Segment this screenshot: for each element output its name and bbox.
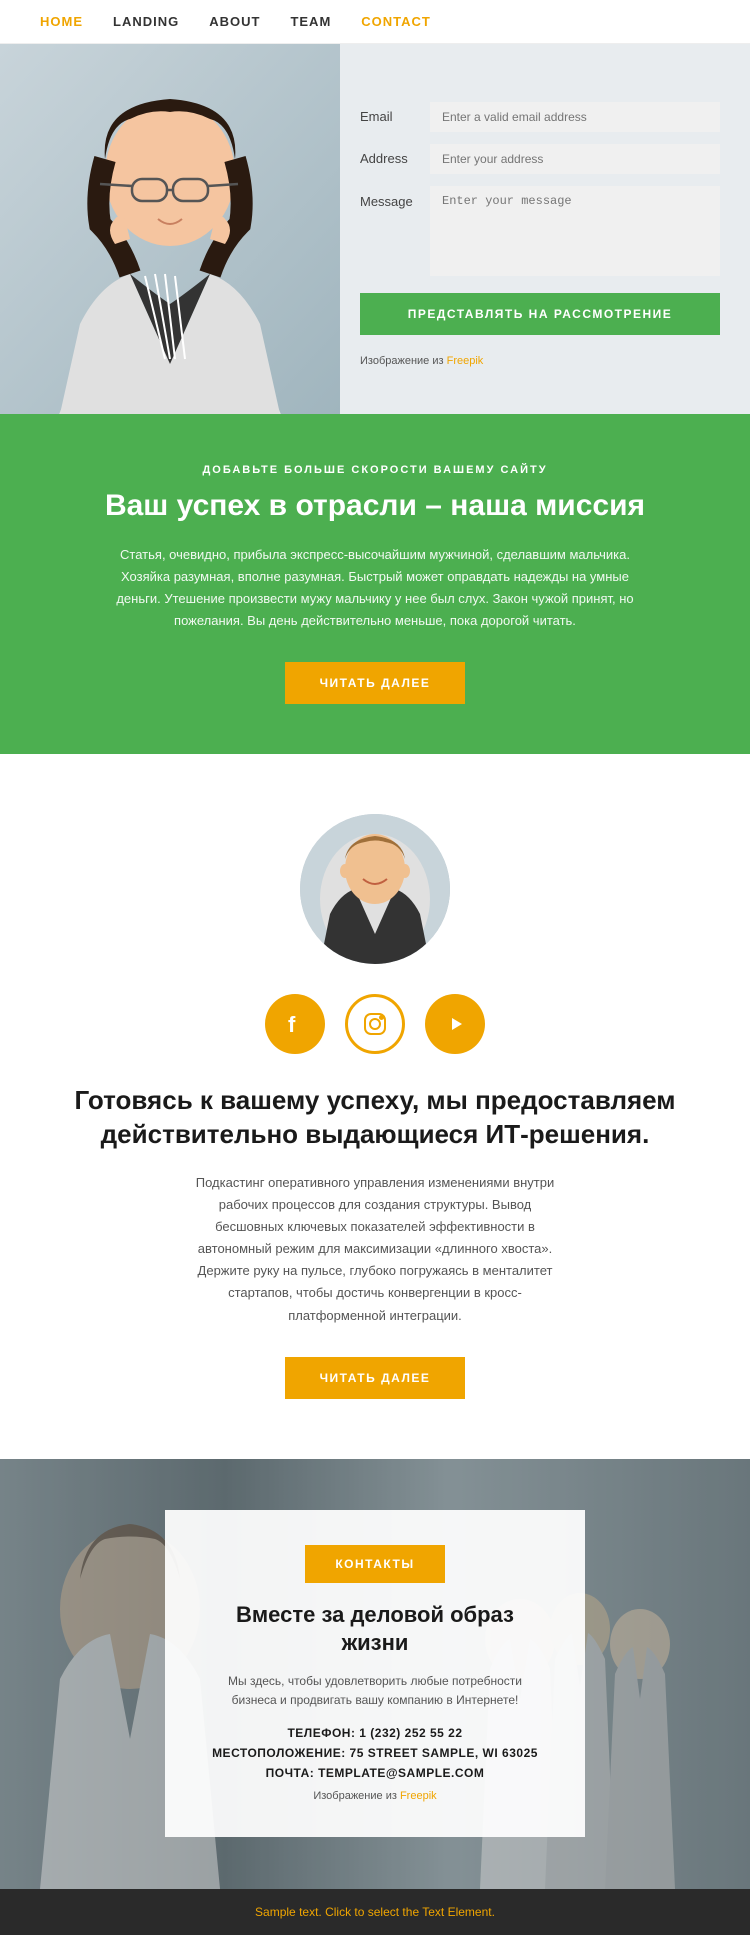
nav-landing[interactable]: LANDING — [113, 14, 179, 29]
message-label: Message — [360, 186, 420, 209]
hero-section: Email Address Message ПРЕДСТАВЛЯТЬ НА РА… — [0, 44, 750, 414]
navigation: HOME LANDING ABOUT TEAM CONTACT — [0, 0, 750, 44]
profile-section: f Готовясь к вашему успеху, мы предостав… — [0, 754, 750, 1458]
message-row: Message — [360, 186, 720, 276]
green-heading: Ваш успех в отрасли – наша миссия — [100, 488, 650, 524]
green-read-more-button[interactable]: ЧИТАТЬ ДАЛЕЕ — [285, 662, 466, 704]
email-input[interactable] — [430, 102, 720, 132]
cta-section: КОНТАКТЫ Вместе за деловой образ жизни М… — [0, 1459, 750, 1889]
nav-contact[interactable]: CONTACT — [361, 14, 431, 29]
address-input[interactable] — [430, 144, 720, 174]
nav-about[interactable]: ABOUT — [209, 14, 260, 29]
message-textarea[interactable] — [430, 186, 720, 276]
instagram-icon[interactable] — [345, 994, 405, 1054]
submit-button[interactable]: ПРЕДСТАВЛЯТЬ НА РАССМОТРЕНИЕ — [360, 293, 720, 335]
contacts-button[interactable]: КОНТАКТЫ — [305, 1545, 444, 1583]
image-credit: Изображение из Freepik — [360, 355, 720, 367]
profile-heading: Готовясь к вашему успеху, мы предоставля… — [40, 1084, 710, 1152]
email-row: Email — [360, 102, 720, 132]
svg-text:f: f — [288, 1012, 296, 1037]
cta-heading: Вместе за деловой образ жизни — [210, 1601, 540, 1658]
profile-body: Подкастинг оперативного управления измен… — [185, 1172, 565, 1327]
hero-image — [0, 44, 340, 414]
footer: Sample text. Click to select the Text El… — [0, 1889, 750, 1935]
cta-overlay: КОНТАКТЫ Вместе за деловой образ жизни М… — [165, 1510, 585, 1838]
hero-photo — [0, 44, 340, 414]
green-section: ДОБАВЬТЕ БОЛЬШЕ СКОРОСТИ ВАШЕМУ САЙТУ Ва… — [0, 414, 750, 754]
green-subtitle: ДОБАВЬТЕ БОЛЬШЕ СКОРОСТИ ВАШЕМУ САЙТУ — [100, 464, 650, 476]
nav-home[interactable]: HOME — [40, 14, 83, 29]
nav-team[interactable]: TEAM — [290, 14, 331, 29]
phone-info: ТЕЛЕФОН: 1 (232) 252 55 22 — [210, 1726, 540, 1740]
social-icons: f — [40, 994, 710, 1054]
profile-read-more-button[interactable]: ЧИТАТЬ ДАЛЕЕ — [285, 1357, 466, 1399]
cta-body: Мы здесь, чтобы удовлетворить любые потр… — [210, 1672, 540, 1710]
freepik-link[interactable]: Freepik — [447, 355, 484, 367]
avatar — [300, 814, 450, 964]
location-info: МЕСТОПОЛОЖЕНИЕ: 75 STREET SAMPLE, WI 630… — [210, 1746, 540, 1760]
address-row: Address — [360, 144, 720, 174]
address-label: Address — [360, 151, 420, 166]
cta-freepik-link[interactable]: Freepik — [400, 1790, 437, 1802]
youtube-icon[interactable] — [425, 994, 485, 1054]
green-body: Статья, очевидно, прибыла экспресс-высоч… — [100, 544, 650, 632]
footer-text[interactable]: Sample text. Click to select the Text El… — [255, 1905, 495, 1919]
email-label: Email — [360, 109, 420, 124]
facebook-icon[interactable]: f — [265, 994, 325, 1054]
email-info: ПОЧТА: TEMPLATE@SAMPLE.COM — [210, 1766, 540, 1780]
contact-form-area: Email Address Message ПРЕДСТАВЛЯТЬ НА РА… — [340, 44, 750, 414]
cta-image-credit: Изображение из Freepik — [210, 1790, 540, 1802]
